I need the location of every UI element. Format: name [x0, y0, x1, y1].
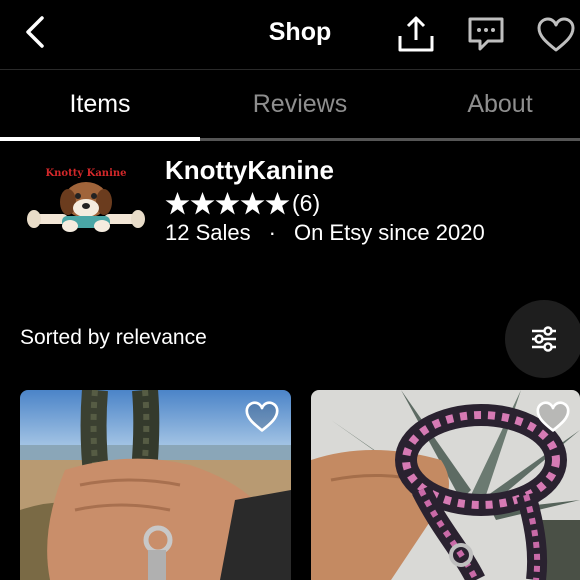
- tab-active-indicator: [0, 137, 200, 141]
- favorite-listing-button[interactable]: [535, 400, 571, 434]
- favorite-shop-button[interactable]: [536, 16, 576, 54]
- meta-separator: ·: [268, 220, 276, 245]
- message-icon: [468, 17, 504, 51]
- heart-outline-icon: [536, 401, 570, 432]
- rating-count: (6): [292, 189, 321, 216]
- favorite-listing-button[interactable]: [244, 400, 280, 434]
- star-icon: [265, 191, 290, 214]
- top-bar: Shop: [0, 0, 580, 70]
- listing-card[interactable]: [20, 390, 291, 580]
- star-icon: [240, 191, 265, 214]
- heart-outline-icon: [537, 17, 575, 52]
- sliders-icon: [532, 326, 556, 352]
- sort-label: Sorted by relevance: [20, 326, 207, 349]
- tab-bar: Items Reviews About: [0, 70, 580, 142]
- tab-items[interactable]: Items: [0, 90, 200, 119]
- star-icon: [165, 191, 190, 214]
- share-icon: [398, 16, 434, 52]
- shop-meta: 12 Sales · On Etsy since 2020: [165, 220, 485, 246]
- listing-card[interactable]: [311, 390, 580, 580]
- shop-logo: Knotty Kanine: [24, 164, 148, 240]
- share-button[interactable]: [396, 14, 436, 54]
- etsy-since: On Etsy since 2020: [293, 220, 485, 245]
- star-icon: [190, 191, 215, 214]
- shop-rating[interactable]: (6): [165, 188, 320, 218]
- shop-name[interactable]: KnottyKanine: [165, 155, 334, 186]
- sales-count: 12 Sales: [165, 220, 251, 245]
- message-button[interactable]: [466, 16, 506, 52]
- filter-button[interactable]: [505, 300, 580, 378]
- tab-about[interactable]: About: [400, 90, 580, 119]
- star-icon: [215, 191, 240, 214]
- logo-text: Knotty Kanine: [45, 168, 126, 179]
- tab-reviews[interactable]: Reviews: [200, 90, 400, 119]
- heart-outline-icon: [245, 401, 279, 432]
